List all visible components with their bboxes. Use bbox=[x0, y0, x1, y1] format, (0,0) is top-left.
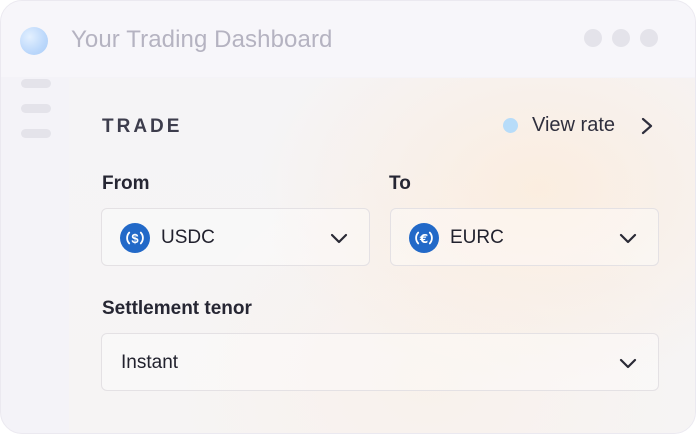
window-button-1[interactable] bbox=[584, 29, 602, 47]
trade-heading: TRADE bbox=[102, 116, 183, 137]
sidebar-item-1[interactable] bbox=[21, 79, 51, 88]
title-bar: Your Trading Dashboard bbox=[1, 1, 695, 77]
settlement-tenor-label: Settlement tenor bbox=[102, 298, 252, 319]
from-currency-select[interactable]: $ USDC bbox=[101, 208, 370, 266]
rate-status-dot bbox=[503, 118, 518, 133]
to-label: To bbox=[389, 173, 411, 194]
chevron-down-icon bbox=[330, 233, 348, 244]
usdc-coin-icon: $ bbox=[120, 223, 150, 253]
window-button-3[interactable] bbox=[640, 29, 658, 47]
svg-text:$: $ bbox=[131, 231, 139, 246]
chevron-down-icon bbox=[619, 358, 637, 369]
sidebar-item-2[interactable] bbox=[21, 104, 51, 113]
window-title: Your Trading Dashboard bbox=[71, 26, 333, 53]
to-currency-select[interactable]: € EURC bbox=[390, 208, 659, 266]
eurc-coin-icon: € bbox=[409, 223, 439, 253]
from-label: From bbox=[102, 173, 150, 194]
window-button-2[interactable] bbox=[612, 29, 630, 47]
settlement-tenor-value: Instant bbox=[121, 352, 179, 373]
settlement-tenor-select[interactable]: Instant bbox=[101, 333, 659, 391]
app-logo-icon bbox=[20, 27, 48, 55]
sidebar-item-3[interactable] bbox=[21, 129, 51, 138]
dashboard-window: Your Trading Dashboard TRADE View rate F… bbox=[0, 0, 696, 434]
view-rate-link[interactable]: View rate bbox=[532, 114, 615, 137]
from-currency-value: USDC bbox=[161, 227, 215, 248]
chevron-right-icon[interactable] bbox=[637, 115, 657, 137]
to-currency-value: EURC bbox=[450, 227, 504, 248]
svg-text:€: € bbox=[419, 232, 428, 246]
chevron-down-icon bbox=[619, 233, 637, 244]
